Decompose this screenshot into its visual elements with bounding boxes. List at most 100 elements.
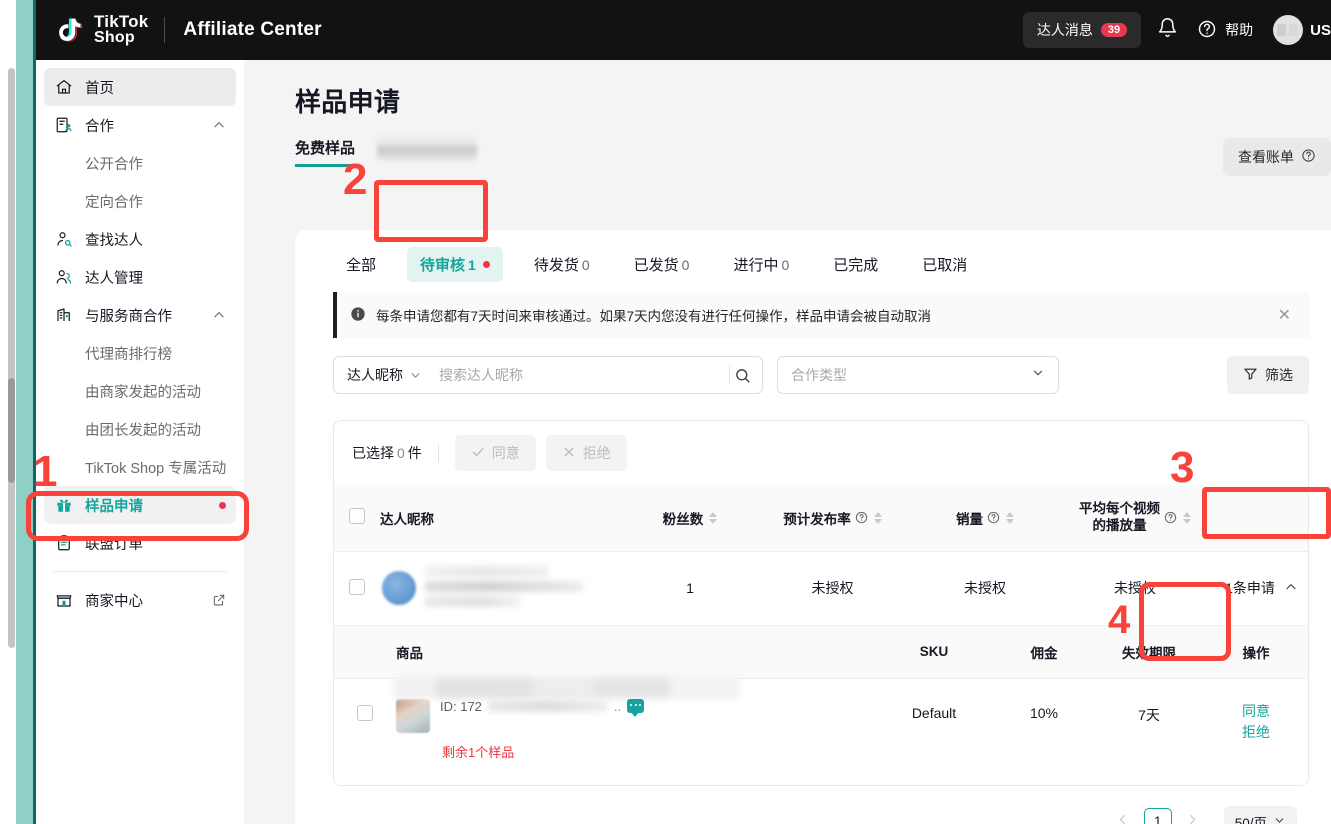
requests-expander-button[interactable]: 1条申请: [1225, 578, 1298, 598]
sidebar-item-merchant-campaigns[interactable]: 由商家发起的活动: [44, 372, 236, 410]
chevron-left-icon: [1116, 813, 1129, 824]
requests-label: 1条申请: [1225, 578, 1275, 598]
th-sales: 销量: [915, 485, 1055, 551]
brand-logo[interactable]: TikTok Shop: [52, 13, 148, 47]
tab-blurred[interactable]: [377, 135, 477, 161]
info-banner-text: 每条申请您都有7天时间来审核通过。如果7天内您没有进行任何操作，样品申请会被自动…: [376, 305, 1274, 325]
question-circle-icon: [1197, 19, 1217, 42]
tab-label: 免费样品: [295, 140, 355, 157]
tab-all[interactable]: 全部: [333, 247, 389, 282]
chat-bubble-icon[interactable]: [627, 699, 644, 713]
search-input[interactable]: [428, 367, 729, 383]
messages-badge: 39: [1101, 23, 1127, 37]
notifications-button[interactable]: [1141, 0, 1193, 60]
sidebar-item-targeted-cooperation[interactable]: 定向合作: [44, 182, 236, 220]
help-button[interactable]: 帮助: [1193, 19, 1263, 42]
bell-icon: [1157, 17, 1178, 43]
handshake-icon: [54, 115, 74, 135]
tab-count: 1: [468, 257, 476, 273]
question-circle-icon[interactable]: [987, 511, 1000, 524]
tab-count: 0: [781, 257, 789, 273]
selection-divider: [438, 444, 439, 462]
content-panel: 全部 待审核1 待发货0 已发货0 进行中0 已完成: [295, 230, 1331, 824]
sidebar-item-merchant-center[interactable]: 商家中心: [44, 581, 236, 619]
tab-shipped[interactable]: 已发货0: [621, 247, 703, 282]
th-publish-rate: 预计发布率: [750, 485, 915, 551]
tab-in-progress[interactable]: 进行中0: [720, 247, 802, 282]
sidebar: 首页 合作 公开合作 定向合作: [36, 60, 244, 824]
tab-completed[interactable]: 已完成: [820, 247, 891, 282]
avatar[interactable]: [1273, 15, 1303, 45]
filter-button[interactable]: 筛选: [1227, 356, 1309, 394]
sub-table-header: 商品 SKU 佣金: [334, 626, 1308, 679]
creator-messages-button[interactable]: 达人消息 39: [1023, 12, 1141, 48]
product-info[interactable]: ID: 172 ..: [396, 699, 874, 733]
sidebar-item-agency-ranking[interactable]: 代理商排行榜: [44, 334, 236, 372]
creator-search-box: 达人昵称: [333, 356, 763, 394]
tab-to-ship[interactable]: 待发货0: [521, 247, 603, 282]
sidebar-item-find-creators[interactable]: 查找达人: [44, 220, 236, 258]
sidebar-group-cooperation[interactable]: 合作: [44, 106, 236, 144]
browser-scrollbar-thumb[interactable]: [8, 378, 15, 483]
sort-sales[interactable]: [1006, 512, 1014, 524]
sth-expiry: 失效期限: [1094, 626, 1204, 679]
remaining-samples-text: 剩余1个样品: [442, 742, 874, 761]
creator-nickname-blurred: [425, 566, 630, 611]
product-row-checkbox[interactable]: [357, 705, 373, 721]
sidebar-group-service-providers[interactable]: 与服务商合作: [44, 296, 236, 334]
sub-table-body: ID: 172 ..: [334, 678, 1308, 771]
next-page-button[interactable]: [1179, 808, 1207, 824]
sth-goods: 商品: [396, 626, 874, 679]
page-header: 样品申请: [244, 60, 1331, 119]
sort-publish-rate[interactable]: [874, 512, 882, 524]
sidebar-item-sample-request[interactable]: 样品申请: [44, 486, 236, 524]
sidebar-item-public-cooperation[interactable]: 公开合作: [44, 144, 236, 182]
question-circle-icon[interactable]: [855, 511, 868, 524]
row-checkbox[interactable]: [349, 579, 365, 595]
info-banner: 每条申请您都有7天时间来审核通过。如果7天内您没有进行任何操作，样品申请会被自动…: [333, 292, 1309, 338]
pagination: 1 50/页: [295, 786, 1331, 824]
sidebar-item-label: 首页: [85, 77, 226, 98]
selection-prefix: 已选择: [352, 443, 394, 463]
tab-free-samples[interactable]: 免费样品: [295, 137, 355, 167]
close-icon[interactable]: ✕: [1274, 305, 1295, 325]
sidebar-item-leader-campaigns[interactable]: 由团长发起的活动: [44, 410, 236, 448]
left-edge-mint-strip: [16, 0, 33, 824]
chevron-up-icon: [1284, 580, 1298, 597]
sidebar-item-tiktok-exclusive-campaigns[interactable]: TikTok Shop 专属活动: [44, 448, 236, 486]
external-link-icon: [212, 593, 226, 607]
sidebar-item-creator-management[interactable]: 达人管理: [44, 258, 236, 296]
sort-followers[interactable]: [709, 512, 717, 524]
question-circle-icon[interactable]: [1164, 511, 1177, 524]
creator-identity[interactable]: [380, 566, 630, 611]
approve-link[interactable]: 同意: [1204, 701, 1308, 723]
cell-avg-views: 未授权: [1055, 551, 1215, 625]
chevron-up-icon: [212, 118, 226, 132]
sidebar-item-affiliate-orders[interactable]: 联盟订单: [44, 524, 236, 562]
page-number-1[interactable]: 1: [1144, 808, 1172, 824]
chevron-down-icon[interactable]: [409, 369, 422, 382]
browser-scrollbar-track[interactable]: [8, 68, 15, 648]
chevron-up-icon: [212, 308, 226, 322]
prev-page-button[interactable]: [1109, 808, 1137, 824]
tab-pending-review[interactable]: 待审核1: [407, 247, 503, 282]
cooperation-type-select[interactable]: 合作类型: [777, 356, 1059, 394]
reject-link[interactable]: 拒绝: [1204, 722, 1308, 744]
gift-icon: [54, 495, 74, 515]
bulk-reject-button[interactable]: 拒绝: [546, 435, 627, 471]
page-title: 样品申请: [295, 82, 400, 119]
cell-nickname: [380, 551, 630, 625]
view-bill-button[interactable]: 查看账单: [1223, 138, 1331, 176]
search-icon[interactable]: [730, 367, 762, 384]
sth-label: 商品: [396, 646, 423, 661]
tab-cancelled[interactable]: 已取消: [909, 247, 980, 282]
x-icon: [562, 445, 576, 462]
people-icon: [54, 267, 74, 287]
sort-avg-views[interactable]: [1183, 512, 1191, 524]
bulk-approve-button[interactable]: 同意: [455, 435, 536, 471]
sub-cell-operations: 同意 拒绝: [1204, 678, 1308, 771]
select-all-checkbox[interactable]: [349, 508, 365, 524]
page-size-select[interactable]: 50/页: [1224, 806, 1297, 824]
sidebar-item-home[interactable]: 首页: [44, 68, 236, 106]
bulk-reject-label: 拒绝: [583, 443, 611, 463]
